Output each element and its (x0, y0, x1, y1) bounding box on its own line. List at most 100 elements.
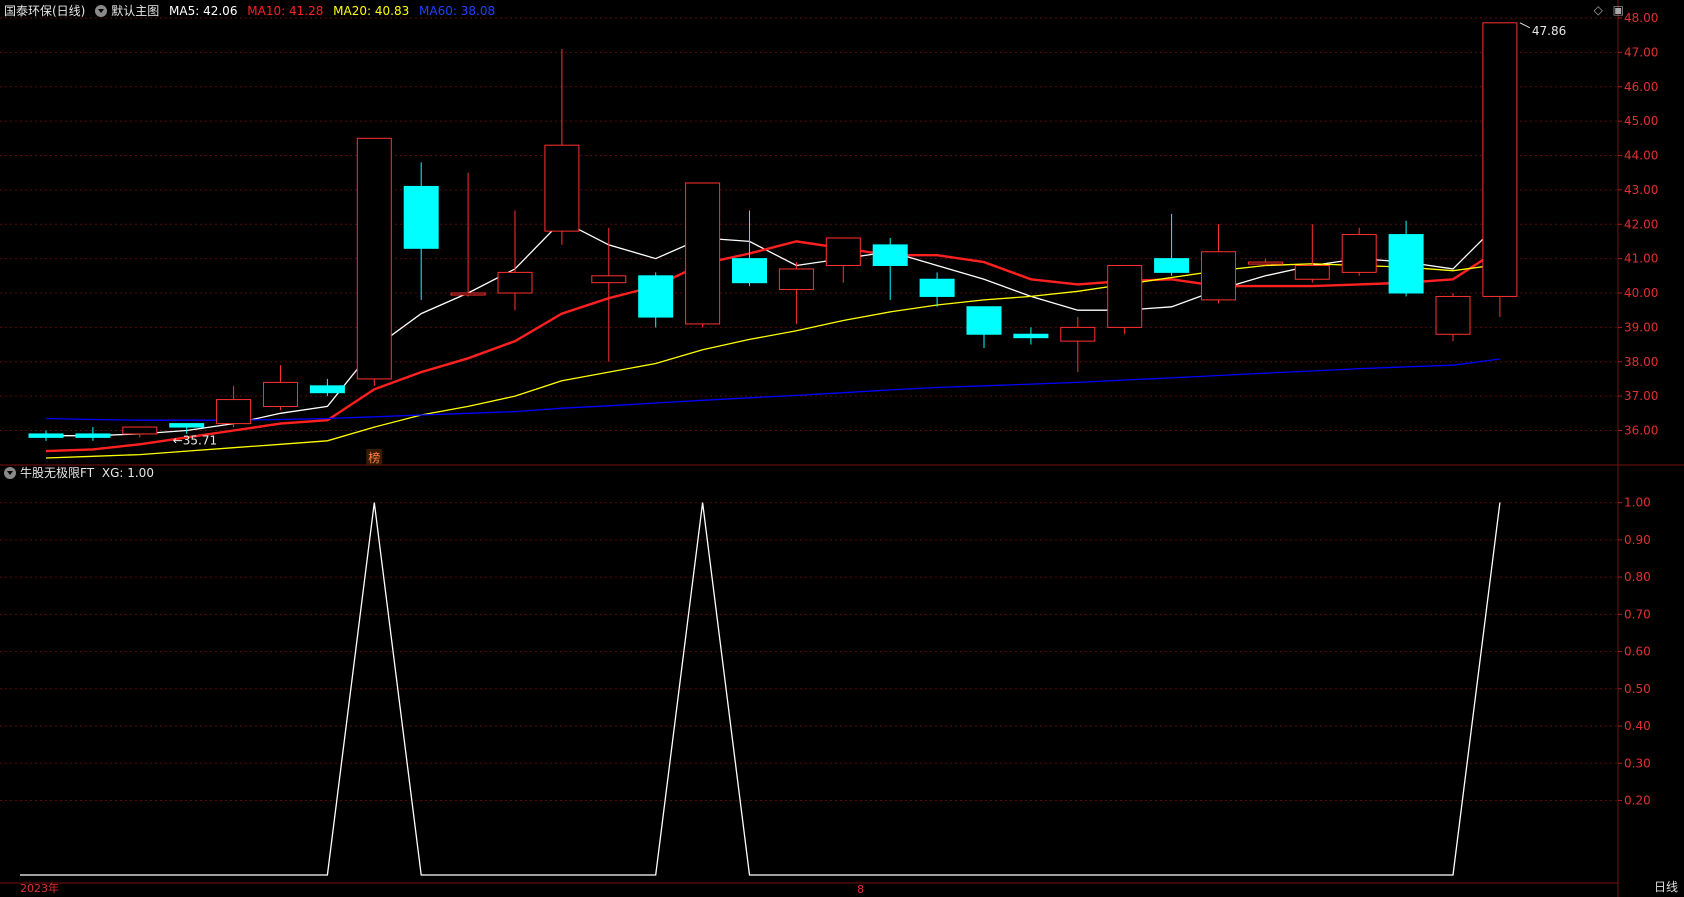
template-name[interactable]: 默认主图 (111, 4, 159, 18)
candle (1388, 220, 1424, 297)
candle (1435, 293, 1471, 342)
candle (1154, 213, 1190, 276)
candle (732, 210, 767, 287)
date-year-label: 2023年 (20, 882, 59, 895)
indicator-tick-label: 1.00 (1624, 496, 1651, 510)
candle (638, 272, 674, 328)
high-price-label: 47.86 (1532, 24, 1566, 38)
indicator-tick-label: 0.30 (1624, 756, 1651, 770)
candle (1247, 258, 1283, 266)
main-tick-label: 43.00 (1624, 183, 1658, 197)
indicator-tick-label: 0.50 (1624, 682, 1651, 696)
candle (825, 237, 861, 283)
candle-body (1294, 265, 1330, 280)
candle (75, 427, 111, 441)
candle-body (1341, 234, 1377, 273)
candle (356, 137, 392, 386)
candle (778, 262, 814, 324)
candle (1294, 224, 1330, 283)
candle-body (28, 433, 64, 438)
diamond-icon[interactable]: ◇ (1594, 3, 1603, 17)
candle (966, 306, 1002, 348)
main-tick-label: 44.00 (1624, 149, 1658, 163)
candle (216, 385, 252, 428)
candle-body (450, 292, 486, 296)
indicator-tick-label: 0.40 (1624, 719, 1651, 733)
candle-body (1435, 295, 1471, 335)
candle (685, 182, 721, 328)
candle-body (75, 433, 111, 438)
main-tick-label: 38.00 (1624, 355, 1658, 369)
main-tick-label: 36.00 (1624, 424, 1658, 438)
panel-controls: ◇ ▣ (1594, 3, 1624, 17)
window-toggle-icon[interactable]: ▣ (1613, 3, 1624, 17)
main-tick-label: 47.00 (1624, 45, 1658, 59)
candle (263, 365, 298, 410)
period-label[interactable]: 日线 (1654, 878, 1678, 895)
main-tick-label: 41.00 (1624, 252, 1658, 266)
candle-body (825, 237, 861, 266)
candle (1201, 224, 1236, 304)
main-tick-label: 45.00 (1624, 114, 1658, 128)
candle-body (1154, 258, 1190, 273)
indicator-dropdown-icon[interactable] (4, 466, 16, 479)
indicator-tick-label: 0.60 (1624, 645, 1651, 659)
main-tick-label: 40.00 (1624, 286, 1658, 300)
candle-body (638, 275, 674, 318)
candle-body (309, 385, 345, 394)
main-tick-label: 48.00 (1624, 11, 1658, 25)
candle-body (169, 423, 205, 428)
candle-body (685, 182, 721, 325)
main-tick-label: 46.00 (1624, 80, 1658, 94)
candle (497, 210, 533, 311)
candle-body (1201, 251, 1236, 301)
candle-body (919, 278, 955, 297)
candle (1482, 22, 1518, 318)
xg-value-label: XG: 1.00 (101, 466, 154, 480)
candle-body (356, 137, 392, 380)
ma10-label: MA10: 41.28 (247, 4, 324, 18)
candle-body (1482, 22, 1518, 297)
candle-body (1013, 333, 1049, 339)
candle-body (872, 244, 908, 266)
candle (1341, 227, 1377, 276)
candle (872, 238, 908, 300)
candle (450, 172, 486, 297)
candle-body (732, 258, 767, 284)
ma20-label: MA20: 40.83 (333, 4, 410, 18)
ma60-label: MA60: 38.08 (419, 4, 496, 18)
chart-canvas[interactable]: 36.00 37.00 38.00 39.00 40.00 41.00 42.00 43.00… (0, 0, 1684, 897)
ma5-label: MA5: 42.06 (169, 4, 238, 18)
main-tick-label: 37.00 (1624, 389, 1658, 403)
indicator-name[interactable]: 牛股无极限FT (20, 466, 94, 480)
candle-body (1107, 265, 1143, 328)
marker-label: 榜 (368, 450, 380, 465)
indicator-tick-label: 0.80 (1624, 570, 1651, 584)
candle-body (544, 144, 580, 232)
candle-body (591, 275, 627, 284)
indicator-tick-label: 0.90 (1624, 533, 1651, 547)
candle (1013, 327, 1049, 345)
candle-body (1247, 261, 1283, 265)
candle (309, 378, 345, 397)
high-annotation-pointer (1519, 22, 1531, 29)
candle-body (263, 381, 298, 407)
main-panel-header: 国泰环保(日线) 默认主图 MA5: 42.06 MA10: 41.28 MA2… (4, 3, 501, 19)
main-tick-label: 39.00 (1624, 320, 1658, 334)
main-tick-label: 42.00 (1624, 217, 1658, 231)
candle (28, 430, 64, 441)
candle-body (497, 271, 533, 294)
candle-body (403, 185, 439, 249)
template-dropdown-icon[interactable] (95, 4, 108, 17)
candle-body (778, 268, 814, 291)
candle (122, 426, 158, 438)
indicator-tick-label: 0.20 (1624, 794, 1651, 808)
candle (1107, 265, 1143, 335)
indicator-tick-label: 0.70 (1624, 607, 1651, 621)
date-month-label: 8 (857, 883, 864, 896)
candle (544, 48, 580, 245)
candle-body (966, 306, 1002, 335)
candle-body (216, 399, 252, 425)
low-price-label: ←35.71 (173, 433, 217, 447)
indicator-panel-header: 牛股无极限FT XG: 1.00 (4, 465, 160, 481)
